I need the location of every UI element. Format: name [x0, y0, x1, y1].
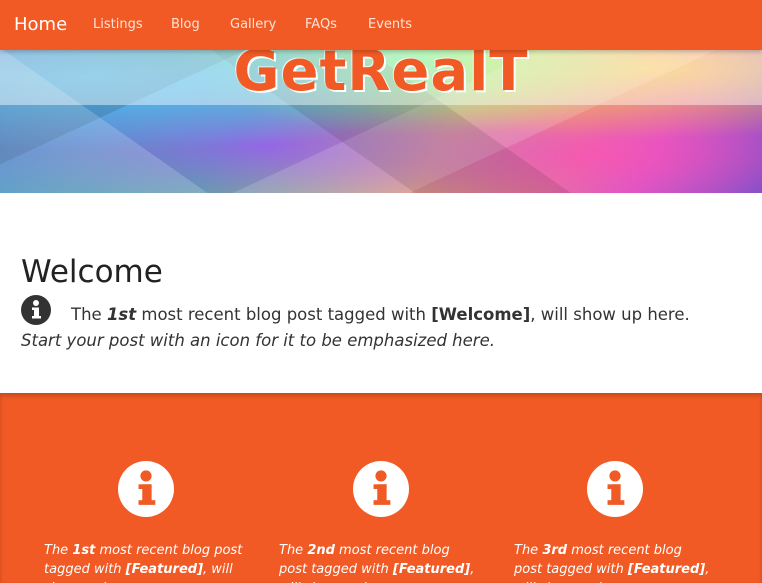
featured-rank: 3rd — [542, 543, 568, 558]
nav-item-listings[interactable]: Listings — [93, 16, 143, 34]
welcome-text-post: , will show up here. — [530, 305, 690, 324]
welcome-text: The 1st most recent blog post tagged wit… — [71, 304, 690, 326]
featured-post-3: The 3rd most recent blog post tagged wit… — [514, 541, 714, 583]
welcome-text-pre: The — [71, 305, 107, 324]
featured-text-pre: The — [44, 543, 73, 558]
info-circle-icon — [353, 461, 409, 517]
nav-home-link[interactable]: Home — [14, 13, 67, 37]
featured-rank: 1st — [72, 543, 96, 558]
featured-text-pre: The — [514, 543, 543, 558]
nav-item-blog[interactable]: Blog — [171, 16, 200, 34]
featured-tag: [Featured] — [627, 562, 706, 577]
info-circle-icon — [21, 295, 51, 325]
nav-item-events[interactable]: Events — [368, 16, 412, 34]
nav-item-faqs[interactable]: FAQs — [305, 16, 337, 34]
welcome-heading: Welcome — [21, 254, 163, 290]
welcome-rank: 1st — [106, 305, 137, 324]
info-circle-icon — [118, 461, 174, 517]
featured-tag: [Featured] — [125, 562, 204, 577]
info-circle-icon — [587, 461, 643, 517]
welcome-tag: [Welcome] — [431, 305, 531, 324]
featured-tag: [Featured] — [392, 562, 471, 577]
navbar: Home Listings Blog Gallery FAQs Events — [0, 0, 762, 50]
featured-section: The 1st most recent blog post tagged wit… — [0, 393, 762, 583]
featured-rank: 2nd — [307, 543, 335, 558]
welcome-text-mid: most recent blog post tagged with — [136, 305, 432, 324]
nav-item-gallery[interactable]: Gallery — [230, 16, 276, 34]
welcome-subtext: Start your post with an icon for it to b… — [21, 331, 495, 350]
featured-post-2: The 2nd most recent blog post tagged wit… — [279, 541, 479, 583]
featured-post-1: The 1st most recent blog post tagged wit… — [44, 541, 244, 583]
featured-text-pre: The — [279, 543, 308, 558]
